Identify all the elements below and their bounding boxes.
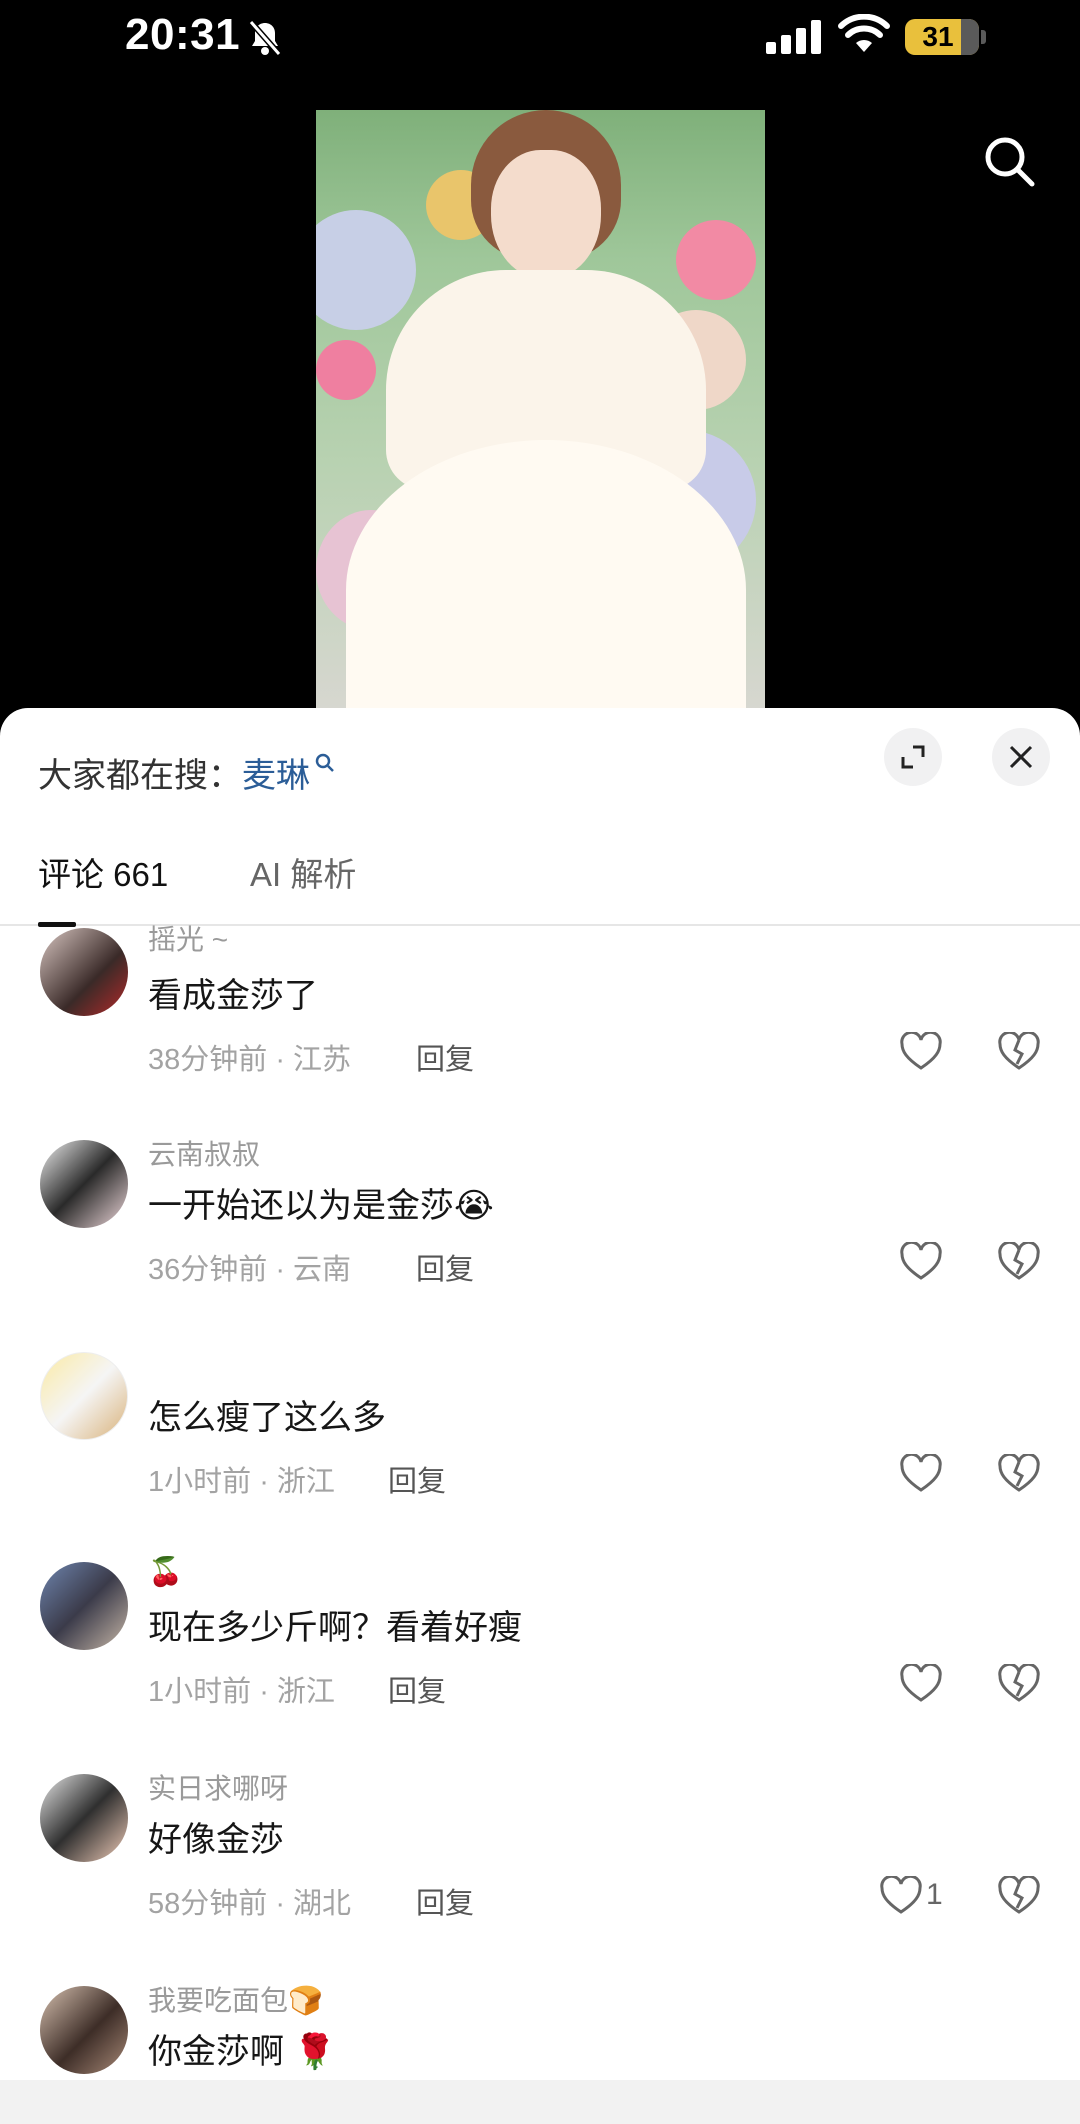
comment-text: 好像金莎 bbox=[148, 1821, 284, 1859]
comment-meta: 38分钟前 · 江苏 bbox=[148, 1044, 352, 1076]
broken-heart-icon[interactable] bbox=[998, 1454, 1040, 1494]
person-face bbox=[491, 150, 601, 280]
comment-meta: 36分钟前 · 云南 bbox=[148, 1254, 352, 1286]
search-icon[interactable] bbox=[980, 132, 1040, 192]
comment-username[interactable]: 实日求哪呀 bbox=[148, 1767, 288, 1807]
trending-keyword[interactable]: 麦琳 bbox=[242, 757, 310, 795]
comment-tabs: 评论 661 AI 解析 bbox=[0, 848, 1080, 927]
reply-button[interactable]: 回复 bbox=[416, 1880, 474, 1922]
reply-button[interactable]: 回复 bbox=[388, 1668, 446, 1710]
like-count: 1 bbox=[926, 1878, 943, 1911]
avatar[interactable] bbox=[40, 928, 128, 1016]
comment-item: 🍒 现在多少斤啊？看着好瘦 1小时前 · 浙江 回复 bbox=[0, 1550, 1080, 1760]
broken-heart-icon[interactable] bbox=[998, 1032, 1040, 1072]
comment-text: 看成金莎了 bbox=[148, 977, 318, 1015]
tab-ai-analysis[interactable]: AI 解析 bbox=[250, 848, 356, 896]
reply-button[interactable]: 回复 bbox=[416, 1246, 474, 1288]
heart-icon[interactable] bbox=[900, 1454, 942, 1494]
comment-text: 现在多少斤啊？看着好瘦 bbox=[148, 1609, 522, 1647]
comment-username[interactable]: 我要吃面包🍞 bbox=[148, 1979, 323, 2019]
comment-item: 云南叔叔 一开始还以为是金莎😭 36分钟前 · 云南 回复 bbox=[0, 1128, 1080, 1338]
heart-icon[interactable] bbox=[880, 1876, 922, 1916]
avatar[interactable] bbox=[40, 1562, 128, 1650]
reply-button[interactable]: 回复 bbox=[388, 1458, 446, 1500]
comment-meta: 1小时前 · 浙江 bbox=[148, 1676, 335, 1708]
comment-item: 怎么瘦了这么多 1小时前 · 浙江 回复 bbox=[0, 1340, 1080, 1550]
heart-icon[interactable] bbox=[900, 1664, 942, 1704]
small-search-icon bbox=[315, 753, 334, 772]
trending-search[interactable]: 大家都在搜：麦琳 bbox=[38, 748, 336, 797]
comment-username[interactable]: 云南叔叔 bbox=[148, 1133, 260, 1173]
comment-meta: 1小时前 · 浙江 bbox=[148, 1466, 335, 1498]
cellular-signal-icon bbox=[766, 20, 821, 54]
avatar[interactable] bbox=[40, 1140, 128, 1228]
trending-prefix: 大家都在搜： bbox=[38, 757, 242, 795]
comment-text: 怎么瘦了这么多 bbox=[148, 1399, 386, 1437]
reply-button[interactable]: 回复 bbox=[416, 1036, 474, 1078]
muted-bell-icon bbox=[248, 20, 282, 56]
wifi-icon bbox=[838, 14, 890, 52]
comment-item: 摇光 ~ 看成金莎了 38分钟前 · 江苏 回复 bbox=[0, 918, 1080, 1128]
expand-button[interactable] bbox=[884, 728, 942, 786]
avatar[interactable] bbox=[40, 1352, 128, 1440]
battery-indicator: 31 bbox=[905, 19, 979, 55]
status-bar: 20:31 31 bbox=[0, 0, 1080, 80]
broken-heart-icon[interactable] bbox=[998, 1876, 1040, 1916]
comment-text: 你金莎啊 🌹 bbox=[148, 2033, 336, 2071]
bottom-bar bbox=[0, 2080, 1080, 2124]
comment-item: 实日求哪呀 好像金莎 58分钟前 · 湖北 回复 1 bbox=[0, 1762, 1080, 1972]
comment-sheet: 大家都在搜：麦琳 评论 661 AI 解析 摇光 ~ 看成金莎了 38分钟前 ·… bbox=[0, 708, 1080, 2124]
comment-username[interactable]: 🍒 bbox=[148, 1555, 183, 1588]
avatar[interactable] bbox=[40, 1774, 128, 1862]
broken-heart-icon[interactable] bbox=[998, 1242, 1040, 1282]
broken-heart-icon[interactable] bbox=[998, 1664, 1040, 1704]
video-player[interactable] bbox=[316, 110, 765, 710]
comment-text: 一开始还以为是金莎😭 bbox=[148, 1187, 494, 1225]
comment-meta: 58分钟前 · 湖北 bbox=[148, 1888, 352, 1920]
tab-comments[interactable]: 评论 661 bbox=[38, 848, 168, 896]
avatar[interactable] bbox=[40, 1986, 128, 2074]
status-time: 20:31 bbox=[125, 10, 241, 59]
comment-username[interactable]: 摇光 ~ bbox=[148, 918, 228, 958]
close-button[interactable] bbox=[992, 728, 1050, 786]
heart-icon[interactable] bbox=[900, 1032, 942, 1072]
expand-icon bbox=[901, 745, 925, 769]
heart-icon[interactable] bbox=[900, 1242, 942, 1282]
close-icon bbox=[1009, 745, 1033, 769]
